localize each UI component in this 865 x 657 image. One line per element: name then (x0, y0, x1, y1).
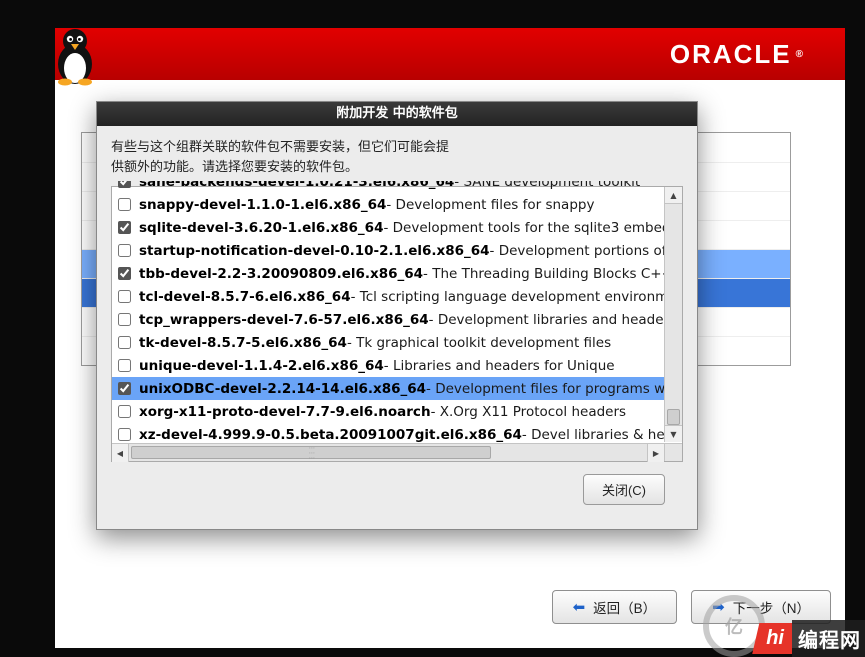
package-checkbox[interactable] (118, 181, 131, 188)
close-button-label: 关闭(C) (602, 480, 646, 499)
package-row[interactable]: unique-devel-1.1.4-2.el6.x86_64 - Librar… (112, 354, 664, 377)
package-desc: - Development libraries and headers (429, 312, 664, 328)
scroll-right-icon[interactable]: ▶ (647, 444, 664, 462)
package-checkbox[interactable] (118, 382, 131, 395)
arrow-left-icon (573, 598, 586, 616)
header-bar: ORACLE ® (55, 28, 845, 80)
package-checkbox[interactable] (118, 336, 131, 349)
scroll-up-icon[interactable]: ▲ (665, 187, 682, 204)
package-name: tcp_wrappers-devel-7.6-57.el6.x86_64 (139, 312, 429, 328)
package-name: sane-backends-devel-1.0.21-3.el6.x86_64 (139, 181, 454, 190)
back-button[interactable]: 返回（B） (552, 590, 678, 624)
package-desc: - Tcl scripting language development env… (351, 289, 664, 305)
package-row[interactable]: tcp_wrappers-devel-7.6-57.el6.x86_64 - D… (112, 308, 664, 331)
package-checkbox[interactable] (118, 244, 131, 257)
scroll-down-icon[interactable]: ▼ (665, 425, 682, 442)
dialog-title[interactable]: 附加开发 中的软件包 (97, 102, 697, 126)
package-row[interactable]: snappy-devel-1.1.0-1.el6.x86_64 - Develo… (112, 193, 664, 216)
package-row[interactable]: unixODBC-devel-2.2.14-14.el6.x86_64 - De… (112, 377, 664, 400)
package-checkbox[interactable] (118, 290, 131, 303)
package-row[interactable]: tbb-devel-2.2-3.20090809.el6.x86_64 - Th… (112, 262, 664, 285)
hscroll-thumb[interactable] (131, 446, 491, 459)
package-desc: - Devel libraries & hea (522, 427, 664, 443)
package-desc: - Libraries and headers for Unique (384, 358, 615, 374)
package-name: tk-devel-8.5.7-5.el6.x86_64 (139, 335, 347, 351)
scroll-corner (664, 443, 682, 461)
package-desc: - Development files for snappy (386, 197, 594, 213)
vertical-scrollbar[interactable]: ▲ ▼ (664, 187, 682, 442)
scroll-left-icon[interactable]: ◀ (112, 444, 129, 462)
package-checkbox[interactable] (118, 359, 131, 372)
package-checkbox[interactable] (118, 221, 131, 234)
horizontal-scrollbar[interactable]: ◀ ▶ (112, 443, 664, 461)
package-dialog: 附加开发 中的软件包 有些与这个组群关联的软件包不需要安装，但它们可能会提 供额… (96, 101, 698, 530)
package-row[interactable]: sane-backends-devel-1.0.21-3.el6.x86_64 … (112, 181, 664, 193)
watermark: hi 编程网 (752, 620, 865, 657)
penguin-icon (51, 24, 99, 86)
oracle-logo-text: ORACLE (670, 39, 792, 70)
back-button-label: 返回（B） (593, 597, 656, 617)
package-checkbox[interactable] (118, 428, 131, 441)
package-desc: - Development portions of s (490, 243, 664, 259)
close-button[interactable]: 关闭(C) (583, 474, 665, 505)
package-name: unique-devel-1.1.4-2.el6.x86_64 (139, 358, 384, 374)
package-name: xz-devel-4.999.9-0.5.beta.20091007git.el… (139, 427, 522, 443)
package-checkbox[interactable] (118, 313, 131, 326)
package-list-panel: sane-backends-devel-1.0.21-3.el6.x86_64 … (111, 186, 683, 462)
package-row[interactable]: xz-devel-4.999.9-0.5.beta.20091007git.el… (112, 423, 664, 443)
package-desc: - Tk graphical toolkit development files (347, 335, 611, 351)
package-desc: - Development tools for the sqlite3 embe… (383, 220, 664, 236)
package-row[interactable]: xorg-x11-proto-devel-7.7-9.el6.noarch - … (112, 400, 664, 423)
package-desc: - The Threading Building Blocks C++ (423, 266, 664, 282)
package-checkbox[interactable] (118, 267, 131, 280)
package-checkbox[interactable] (118, 198, 131, 211)
package-list[interactable]: sane-backends-devel-1.0.21-3.el6.x86_64 … (112, 181, 664, 443)
package-desc: - SANE development toolkit (454, 181, 640, 190)
watermark-badge: hi (752, 623, 792, 654)
package-name: startup-notification-devel-0.10-2.1.el6.… (139, 243, 490, 259)
package-name: tcl-devel-8.5.7-6.el6.x86_64 (139, 289, 351, 305)
package-name: snappy-devel-1.1.0-1.el6.x86_64 (139, 197, 386, 213)
package-name: unixODBC-devel-2.2.14-14.el6.x86_64 (139, 381, 426, 397)
package-name: xorg-x11-proto-devel-7.7-9.el6.noarch (139, 404, 431, 420)
scroll-thumb[interactable] (667, 409, 680, 425)
dialog-description: 有些与这个组群关联的软件包不需要安装，但它们可能会提 供额外的功能。请选择您要安… (111, 138, 683, 178)
dialog-footer: 关闭(C) (111, 462, 683, 519)
package-row[interactable]: tcl-devel-8.5.7-6.el6.x86_64 - Tcl scrip… (112, 285, 664, 308)
dialog-body: 有些与这个组群关联的软件包不需要安装，但它们可能会提 供额外的功能。请选择您要安… (97, 126, 697, 529)
oracle-logo: ORACLE ® (670, 39, 805, 70)
package-name: sqlite-devel-3.6.20-1.el6.x86_64 (139, 220, 383, 236)
package-row[interactable]: startup-notification-devel-0.10-2.1.el6.… (112, 239, 664, 262)
package-desc: - Development files for programs wh (426, 381, 664, 397)
watermark-text: 编程网 (792, 620, 865, 657)
package-row[interactable]: sqlite-devel-3.6.20-1.el6.x86_64 - Devel… (112, 216, 664, 239)
package-name: tbb-devel-2.2-3.20090809.el6.x86_64 (139, 266, 423, 282)
package-row[interactable]: tk-devel-8.5.7-5.el6.x86_64 - Tk graphic… (112, 331, 664, 354)
package-desc: - X.Org X11 Protocol headers (431, 404, 627, 420)
package-checkbox[interactable] (118, 405, 131, 418)
oracle-logo-reg: ® (796, 49, 805, 60)
